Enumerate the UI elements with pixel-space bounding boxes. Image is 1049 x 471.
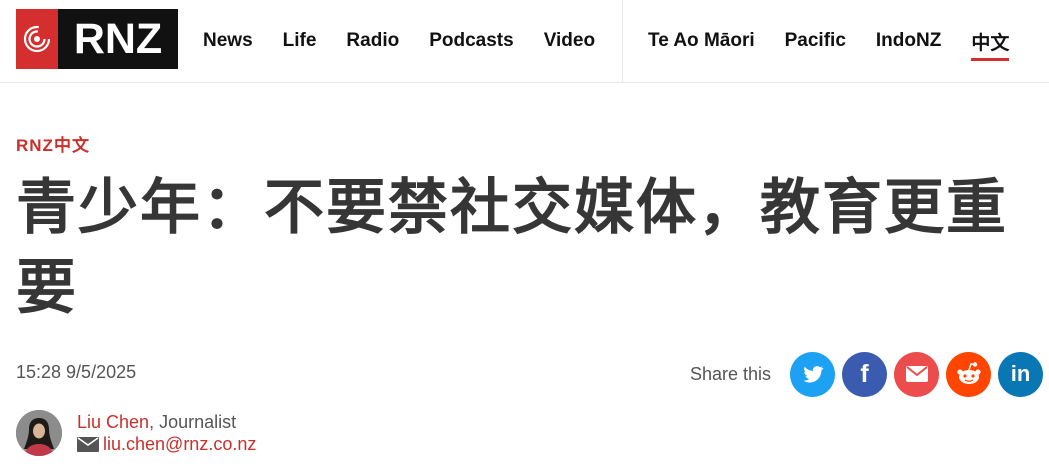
rnz-logo[interactable]: RNZ	[16, 9, 178, 69]
reddit-share-button[interactable]	[946, 351, 992, 397]
author-name[interactable]: Liu Chen	[77, 412, 149, 432]
article-title: 青少年：不要禁社交媒体，教育更重要	[16, 173, 1008, 323]
nav-news[interactable]: News	[203, 30, 253, 52]
nav-indonz[interactable]: IndoNZ	[876, 30, 941, 52]
facebook-icon: f	[860, 359, 869, 388]
rnz-mark-icon	[16, 9, 58, 69]
email-share-button[interactable]	[894, 351, 940, 397]
linkedin-icon: in	[1010, 361, 1031, 386]
facebook-share-button[interactable]: f	[842, 351, 888, 397]
nav-life[interactable]: Life	[283, 30, 317, 52]
linkedin-share-button[interactable]: in	[998, 351, 1044, 397]
author-block: Liu Chen, Journalist liu.chen@rnz.co.nz	[16, 408, 256, 458]
nav-radio[interactable]: Radio	[346, 30, 399, 52]
nav-pacific[interactable]: Pacific	[785, 30, 846, 52]
nav-chinese[interactable]: 中文	[971, 28, 1010, 61]
envelope-icon	[77, 436, 99, 452]
share-bar: Share this f in	[690, 351, 1044, 397]
twitter-icon	[802, 366, 823, 383]
nav-divider	[622, 0, 623, 82]
language-nav: Te Ao Māori Pacific IndoNZ 中文	[648, 0, 1039, 82]
share-label: Share this	[690, 363, 772, 384]
author-email[interactable]: liu.chen@rnz.co.nz	[103, 433, 256, 455]
article-timestamp: 15:28 9/5/2025	[16, 362, 137, 382]
section-label[interactable]: RNZ中文	[16, 131, 90, 156]
logo-wordmark: RNZ	[58, 9, 178, 69]
email-icon	[905, 366, 928, 382]
site-header: RNZ News Life Radio Podcasts Video Te Ao…	[0, 0, 1049, 83]
twitter-share-button[interactable]	[790, 351, 836, 397]
main-nav: News Life Radio Podcasts Video	[203, 0, 625, 82]
nav-video[interactable]: Video	[544, 30, 595, 52]
author-info: Liu Chen, Journalist liu.chen@rnz.co.nz	[77, 411, 256, 455]
reddit-icon	[956, 362, 981, 384]
author-role: , Journalist	[149, 412, 237, 432]
author-avatar	[16, 410, 62, 456]
nav-podcasts[interactable]: Podcasts	[429, 30, 513, 52]
nav-te-ao-maori[interactable]: Te Ao Māori	[648, 30, 755, 52]
